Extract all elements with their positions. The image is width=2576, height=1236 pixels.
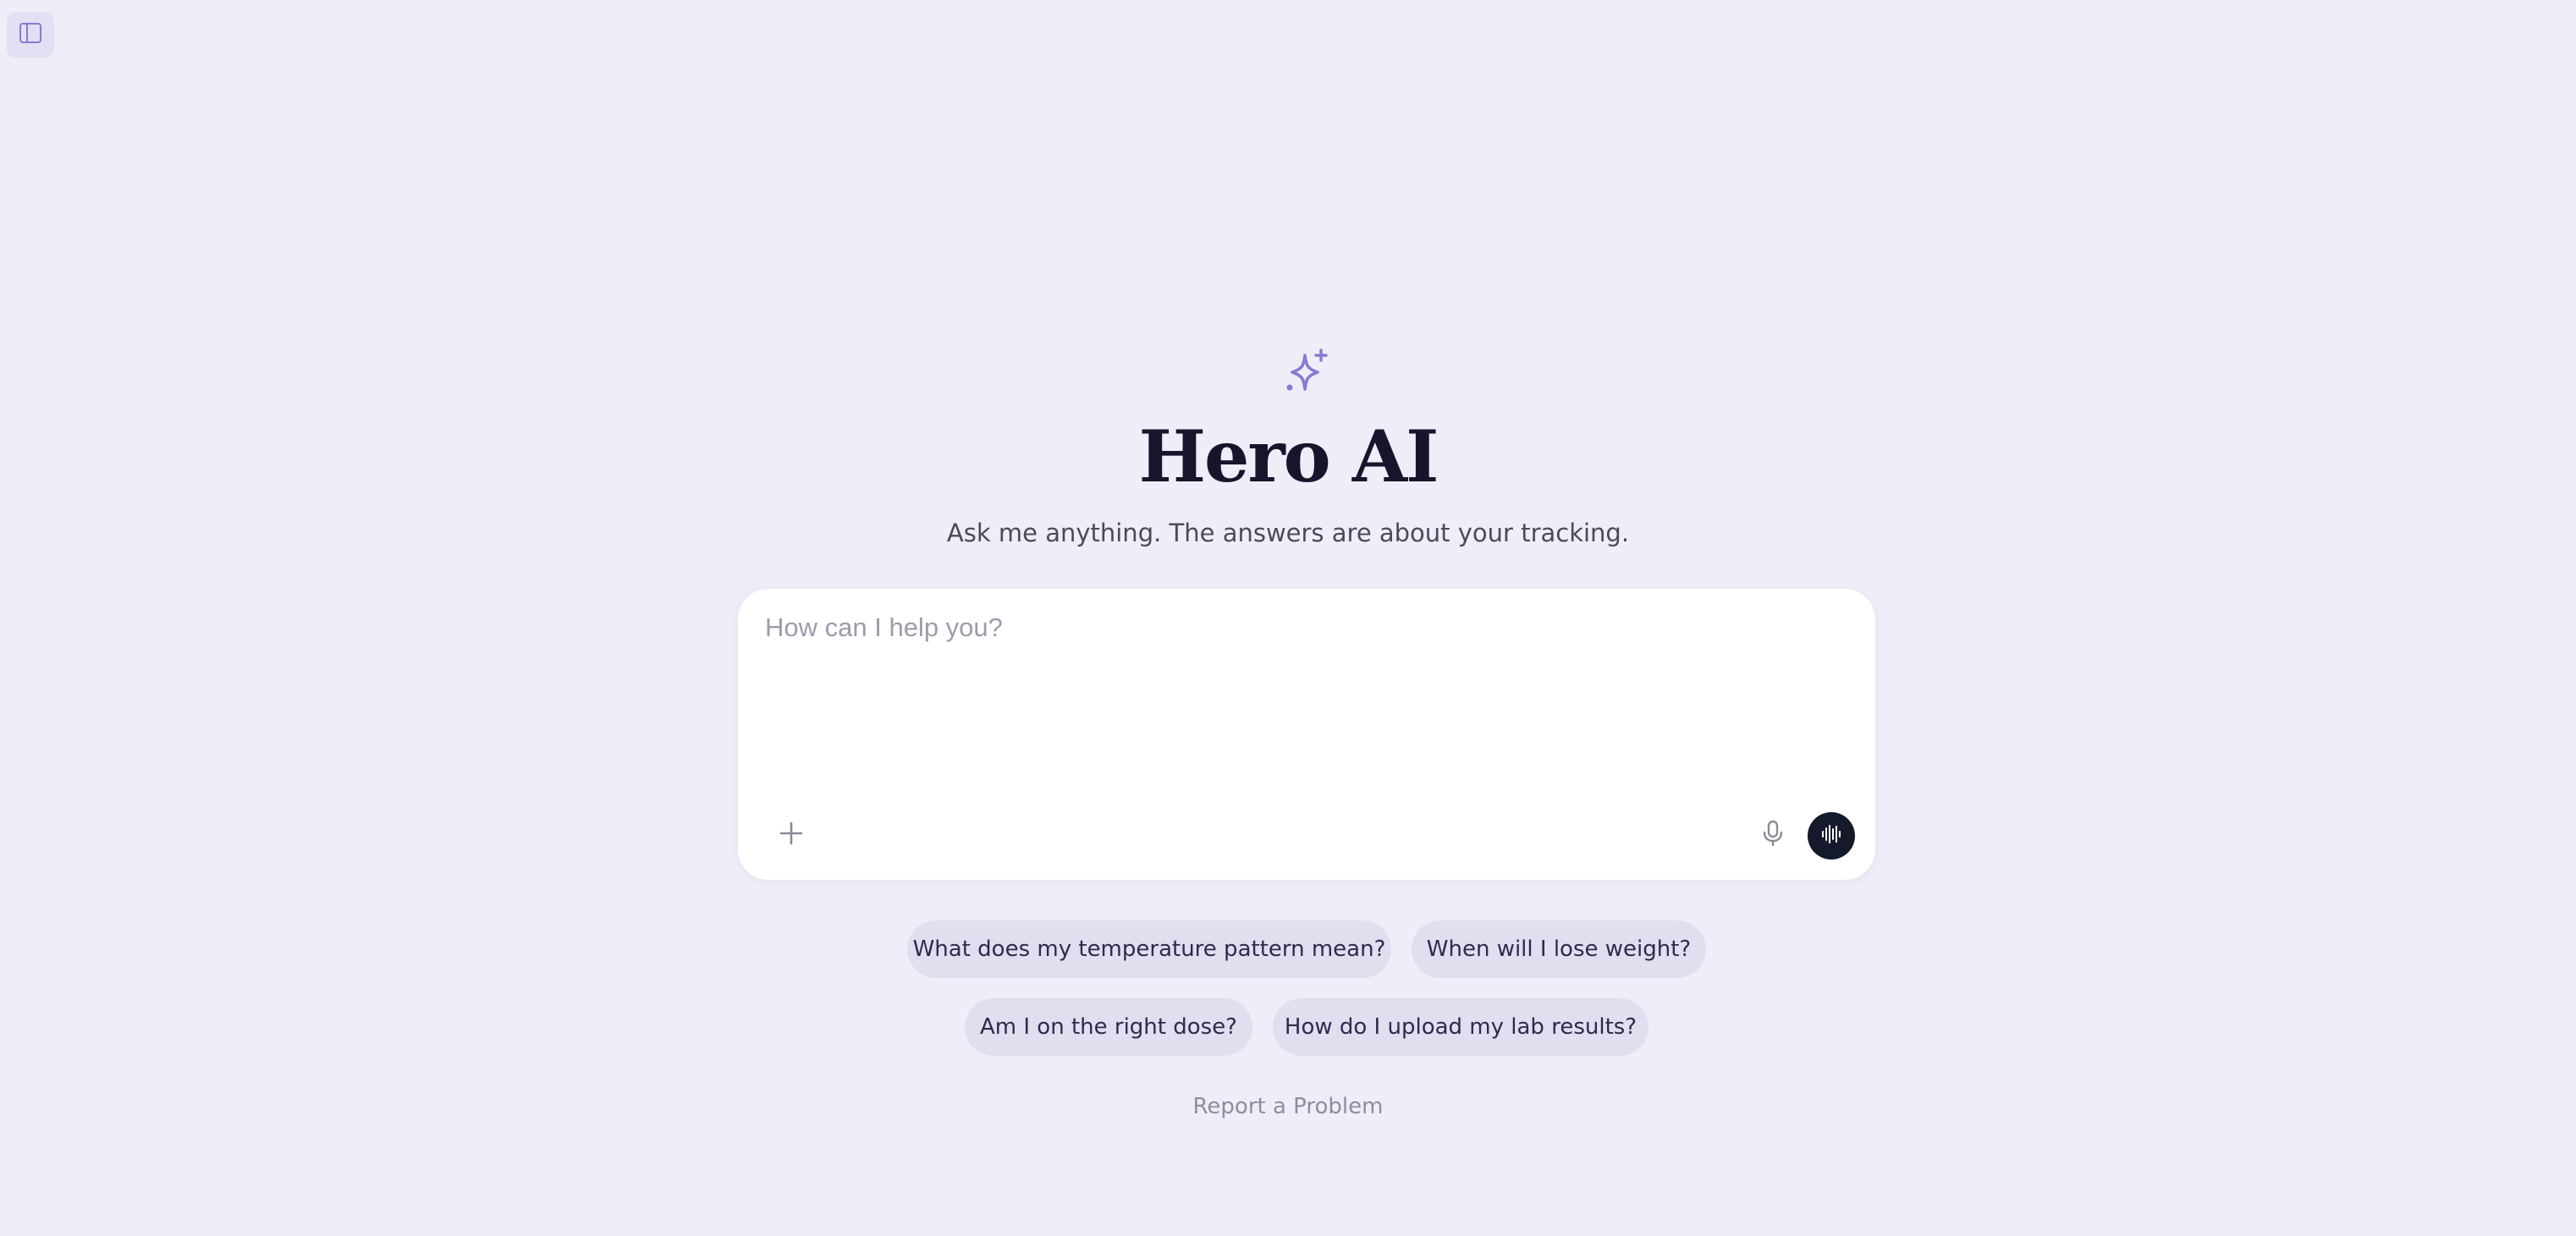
suggestion-chip-lab-results[interactable]: How do I upload my lab results? bbox=[1273, 998, 1649, 1056]
page-title: Hero AI bbox=[1138, 415, 1439, 498]
microphone-icon bbox=[1759, 819, 1787, 851]
chat-input[interactable] bbox=[765, 607, 1848, 777]
report-problem-link[interactable]: Report a Problem bbox=[0, 1091, 2576, 1122]
suggestion-chip-weight[interactable]: When will I lose weight? bbox=[1412, 920, 1706, 978]
audio-waveform-icon bbox=[1819, 821, 1844, 850]
plus-icon bbox=[777, 819, 806, 851]
sidebar-toggle-button[interactable] bbox=[7, 12, 54, 58]
suggestion-chip-temperature[interactable]: What does my temperature pattern mean? bbox=[907, 920, 1391, 978]
chat-composer bbox=[738, 589, 1875, 880]
attach-button[interactable] bbox=[770, 814, 812, 856]
dictate-button[interactable] bbox=[1752, 814, 1794, 856]
suggestion-chip-dose[interactable]: Am I on the right dose? bbox=[965, 998, 1252, 1056]
sparkle-icon bbox=[1281, 347, 1332, 398]
page-subtitle: Ask me anything. The answers are about y… bbox=[946, 519, 1630, 547]
sidebar-panel-icon bbox=[18, 20, 43, 49]
voice-mode-button[interactable] bbox=[1808, 812, 1855, 860]
